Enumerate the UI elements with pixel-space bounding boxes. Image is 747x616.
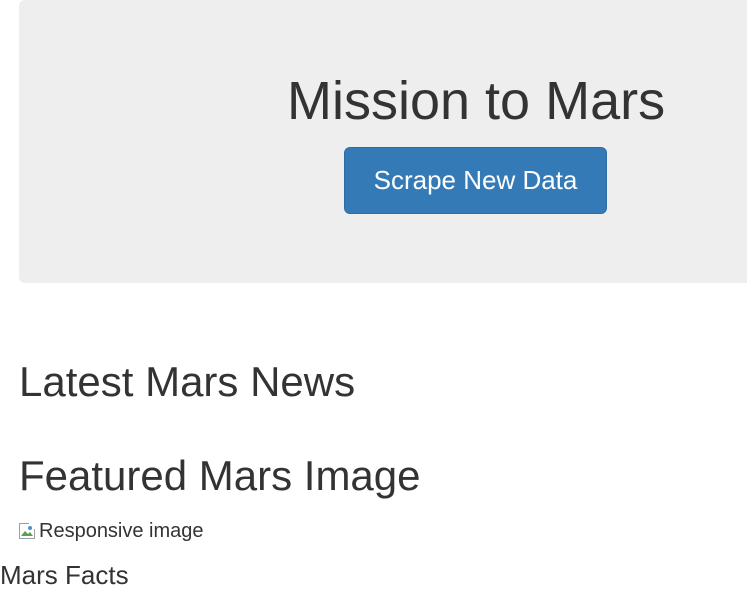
broken-image-icon (19, 522, 36, 539)
latest-news-heading: Latest Mars News (19, 358, 356, 405)
jumbotron-content: Mission to Mars Scrape New Data (19, 0, 747, 283)
jumbotron: Mission to Mars Scrape New Data (19, 0, 747, 283)
scrape-new-data-button[interactable]: Scrape New Data (344, 147, 607, 214)
featured-image-heading: Featured Mars Image (19, 452, 421, 499)
mars-facts-heading: Mars Facts (0, 560, 129, 590)
featured-image-alt-text: Responsive image (39, 519, 204, 542)
page-title: Mission to Mars (287, 71, 666, 131)
featured-image: Responsive image (19, 518, 204, 544)
